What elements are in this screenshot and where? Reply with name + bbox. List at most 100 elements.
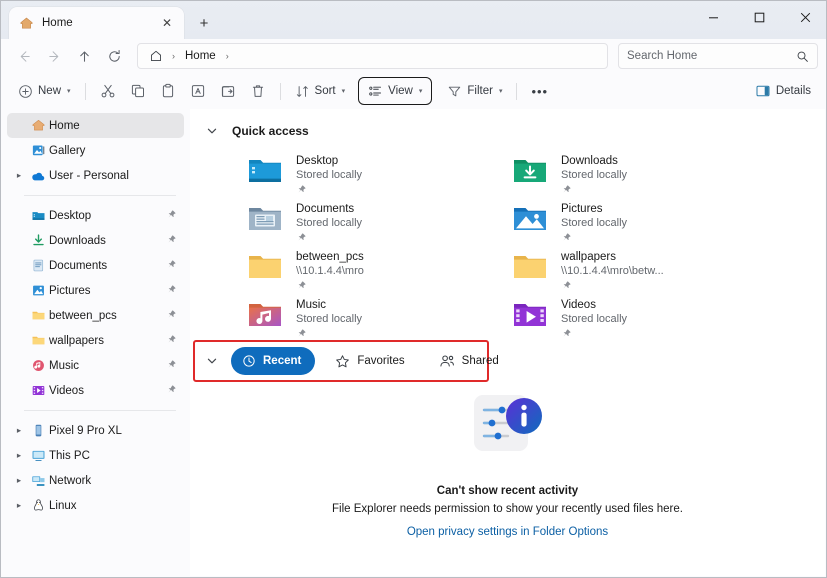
chevron-right-icon[interactable]: ▸: [11, 475, 27, 486]
sidebar-item-label: This PC: [49, 449, 90, 462]
close-tab-icon[interactable]: ✕: [158, 14, 176, 32]
pin-icon[interactable]: [166, 382, 177, 400]
folder-icon: [27, 308, 49, 323]
sort-icon: [295, 84, 310, 99]
pin-icon[interactable]: [166, 257, 177, 275]
sidebar-item-user-personal[interactable]: ▸ User - Personal: [7, 163, 184, 188]
quick-access-header[interactable]: Quick access: [202, 118, 825, 144]
minimize-button[interactable]: [690, 1, 736, 33]
sidebar-item-downloads[interactable]: Downloads: [7, 228, 184, 253]
pivot-tab-recent[interactable]: Recent: [231, 347, 316, 375]
view-button[interactable]: View ▾: [358, 77, 433, 105]
pin-icon[interactable]: [296, 230, 362, 242]
chevron-right-icon[interactable]: ▸: [11, 450, 27, 461]
documents-folder-icon: [248, 201, 284, 239]
quick-access-tile-wallpapers[interactable]: wallpapers \\10.1.4.4\mro\betw...: [495, 247, 760, 295]
sidebar-item-wallpapers[interactable]: wallpapers: [7, 328, 184, 353]
pivot-tab-shared[interactable]: Shared: [428, 347, 513, 375]
pin-icon[interactable]: [296, 326, 362, 338]
sidebar-item-pictures[interactable]: Pictures: [7, 278, 184, 303]
new-tab-button[interactable]: +: [190, 9, 218, 37]
sidebar-item-network[interactable]: ▸ Network: [7, 468, 184, 493]
sidebar-item-label: Music: [49, 359, 80, 372]
empty-state-description: File Explorer needs permission to show y…: [332, 503, 683, 515]
pin-icon[interactable]: [166, 232, 177, 250]
sidebar-item-pixel-9-pro-xl[interactable]: ▸ Pixel 9 Pro XL: [7, 418, 184, 443]
pin-icon[interactable]: [296, 278, 364, 290]
tile-subtitle: Stored locally: [561, 169, 628, 181]
delete-button[interactable]: [243, 77, 273, 105]
back-button[interactable]: [9, 42, 39, 70]
filter-button[interactable]: Filter ▾: [440, 77, 509, 105]
pin-icon[interactable]: [166, 207, 177, 225]
pin-icon[interactable]: [561, 182, 627, 194]
sidebar-item-gallery[interactable]: Gallery: [7, 138, 184, 163]
maximize-button[interactable]: [736, 1, 782, 33]
pin-icon[interactable]: [166, 357, 177, 375]
refresh-button[interactable]: [99, 42, 129, 70]
linux-icon: [27, 498, 49, 513]
chevron-down-icon[interactable]: [202, 121, 222, 141]
chevron-down-icon: ▾: [498, 88, 503, 95]
quick-access-tile-desktop[interactable]: Desktop Stored locally: [230, 151, 495, 199]
forward-button[interactable]: [39, 42, 69, 70]
chevron-right-icon[interactable]: ▸: [11, 500, 27, 511]
quick-access-tile-videos[interactable]: Videos Stored locally: [495, 295, 760, 343]
tile-name: Documents: [296, 203, 355, 215]
more-options-button[interactable]: •••: [524, 77, 555, 105]
tile-subtitle: Stored locally: [561, 313, 628, 325]
sidebar-item-documents[interactable]: Documents: [7, 253, 184, 278]
sidebar-item-linux[interactable]: ▸ Linux: [7, 493, 184, 518]
cut-button[interactable]: [93, 77, 123, 105]
privacy-settings-link[interactable]: Open privacy settings in Folder Options: [407, 526, 608, 538]
pivot-tab-favorites[interactable]: Favorites: [324, 347, 418, 375]
new-button[interactable]: New ▾: [11, 77, 78, 105]
breadcrumb-separator-2[interactable]: ›: [224, 51, 231, 61]
tile-text: Desktop Stored locally: [296, 153, 362, 194]
sidebar-item-videos[interactable]: Videos: [7, 378, 184, 403]
file-explorer-window: Home ✕ + › Home › Search Home New ▾ Sort…: [0, 0, 827, 578]
sidebar-item-label: Documents: [49, 259, 108, 272]
pin-icon[interactable]: [166, 282, 177, 300]
sidebar-item-home[interactable]: Home: [7, 113, 184, 138]
sidebar-item-desktop[interactable]: Desktop: [7, 203, 184, 228]
quick-access-tile-pictures[interactable]: Pictures Stored locally: [495, 199, 760, 247]
up-button[interactable]: [69, 42, 99, 70]
sidebar-item-between-pcs[interactable]: between_pcs: [7, 303, 184, 328]
quick-access-tile-downloads[interactable]: Downloads Stored locally: [495, 151, 760, 199]
tile-name: Videos: [561, 299, 596, 311]
search-input[interactable]: Search Home: [618, 43, 818, 69]
details-pane-button[interactable]: Details: [748, 77, 818, 105]
quick-access-tile-documents[interactable]: Documents Stored locally: [230, 199, 495, 247]
close-window-button[interactable]: [782, 1, 826, 33]
copy-button[interactable]: [123, 77, 153, 105]
chevron-down-icon[interactable]: [202, 351, 222, 371]
pin-icon[interactable]: [561, 326, 627, 338]
pin-icon[interactable]: [166, 332, 177, 350]
paste-button[interactable]: [153, 77, 183, 105]
quick-access-tile-music[interactable]: Music Stored locally: [230, 295, 495, 343]
rename-button[interactable]: [183, 77, 213, 105]
sidebar-item-label: Home: [49, 119, 80, 132]
search-icon[interactable]: [796, 50, 809, 63]
address-bar[interactable]: › Home ›: [137, 43, 608, 69]
folder-icon: [513, 249, 549, 287]
tab-home[interactable]: Home ✕: [9, 7, 184, 39]
home-outline-icon[interactable]: [144, 47, 168, 65]
sidebar-item-label: Network: [49, 474, 92, 487]
pin-icon[interactable]: [166, 307, 177, 325]
chevron-right-icon[interactable]: ▸: [11, 425, 27, 436]
quick-access-tile-between-pcs[interactable]: between_pcs \\10.1.4.4\mro: [230, 247, 495, 295]
sidebar-item-this-pc[interactable]: ▸ This PC: [7, 443, 184, 468]
sidebar-item-music[interactable]: Music: [7, 353, 184, 378]
pin-icon[interactable]: [296, 182, 362, 194]
desktop-folder-icon: [27, 208, 49, 223]
people-icon: [439, 353, 455, 369]
pin-icon[interactable]: [561, 278, 664, 290]
share-icon: [220, 83, 236, 99]
share-button[interactable]: [213, 77, 243, 105]
breadcrumb-home[interactable]: Home: [179, 48, 222, 64]
pin-icon[interactable]: [561, 230, 627, 242]
chevron-right-icon[interactable]: ▸: [11, 170, 27, 181]
sort-button[interactable]: Sort ▾: [288, 77, 353, 105]
